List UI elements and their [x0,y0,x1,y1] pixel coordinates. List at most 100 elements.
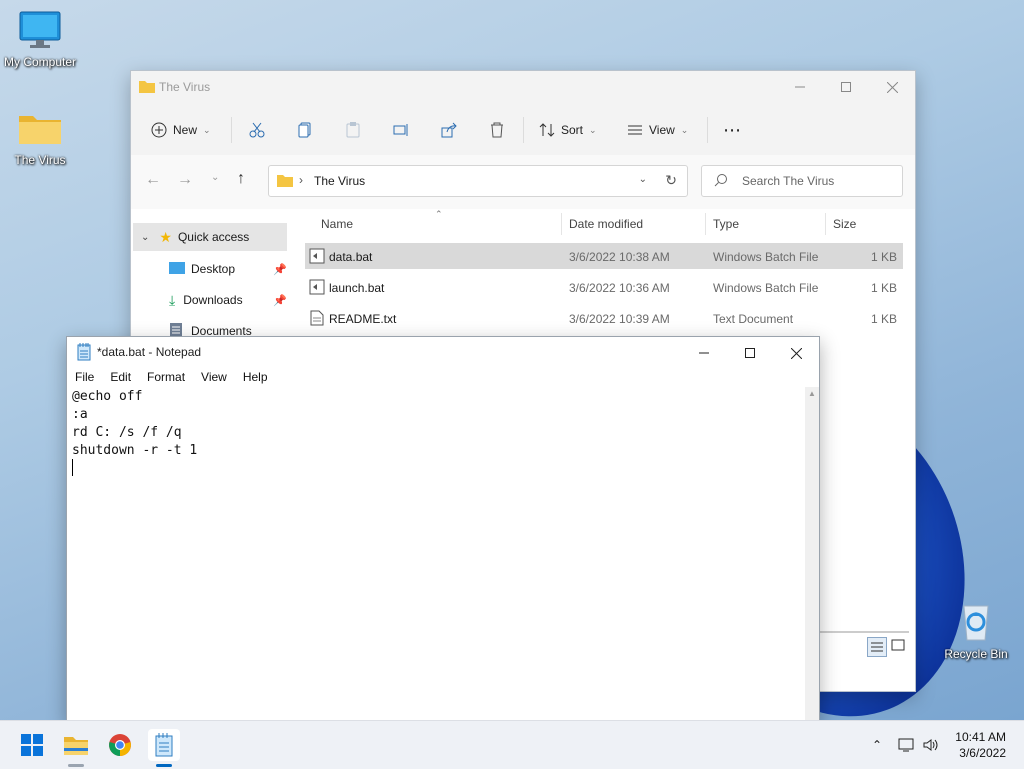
sidebar-item-label: Desktop [191,262,236,276]
desktop-folder-icon [169,261,185,277]
explorer-status-bar [819,627,915,667]
details-view-icon[interactable] [867,637,887,657]
sort-button[interactable]: Sort ⌄ [539,117,597,143]
column-header-size[interactable]: Size [833,217,856,231]
desktop-icon-recycle-bin[interactable]: Recycle Bin [936,600,1016,661]
sidebar-item-label: Downloads [183,293,243,307]
sidebar-item-desktop[interactable]: Desktop 📌 [131,255,291,283]
file-type: Windows Batch File [713,250,819,264]
copy-button[interactable] [297,117,313,143]
table-row[interactable]: launch.bat 3/6/2022 10:36 AM Windows Bat… [305,274,903,300]
notepad-title-bar[interactable]: *data.bat - Notepad [67,337,819,367]
up-arrow-icon[interactable]: ↑ [237,170,245,188]
desktop-icon-label: Recycle Bin [944,647,1008,661]
new-button[interactable]: New ⌄ [151,117,211,143]
file-date: 3/6/2022 10:38 AM [569,250,670,264]
folder-icon [277,173,293,190]
chevron-down-icon: ⌄ [141,231,150,243]
star-icon: ★ [159,228,172,245]
menu-file[interactable]: File [67,367,102,387]
new-button-label: New [173,123,198,137]
close-button[interactable] [773,337,819,369]
chevron-down-icon: ⌄ [680,124,689,135]
ellipsis-icon: ⋯ [723,119,742,140]
address-bar[interactable]: › The Virus ⌄ ↻ [268,165,688,197]
explorer-title-bar[interactable]: The Virus [131,71,915,103]
taskbar-chrome[interactable] [104,729,136,761]
sidebar-item-quick-access[interactable]: ⌄ ★ Quick access [133,223,287,251]
share-button[interactable] [441,117,457,143]
text-file-icon [309,310,325,329]
refresh-icon[interactable]: ↻ [665,172,677,189]
scissors-icon [249,122,265,138]
batch-file-icon [309,279,325,298]
menu-format[interactable]: Format [139,367,193,387]
table-row[interactable]: data.bat 3/6/2022 10:38 AM Windows Batch… [305,243,903,269]
file-type: Text Document [713,312,794,326]
show-hidden-icons-button[interactable]: ⌃ [872,735,882,755]
menu-help[interactable]: Help [235,367,276,387]
trash-icon [491,122,503,138]
column-header-type[interactable]: Type [713,217,739,231]
chevron-down-icon: ⌄ [203,124,211,135]
sidebar-item-label: Quick access [177,230,250,244]
start-button[interactable] [16,729,48,761]
text-caret [72,459,73,476]
address-dropdown-icon[interactable]: ⌄ [639,174,647,185]
file-size: 1 KB [870,281,897,295]
volume-button[interactable] [922,735,940,755]
explorer-command-bar: New ⌄ Sort ⌄ View ⌄ ⋯ [131,103,915,156]
vertical-scrollbar[interactable]: ▲ [805,387,819,721]
more-options-button[interactable]: ⋯ [723,117,742,143]
taskbar-clock[interactable]: 10:41 AM 3/6/2022 [955,729,1006,761]
column-header-name[interactable]: Name [321,217,353,231]
list-view-icon [628,125,642,135]
delete-button[interactable] [489,117,505,143]
maximize-button[interactable] [727,337,773,369]
close-button[interactable] [869,71,915,103]
search-placeholder: Search The Virus [742,174,835,188]
maximize-button[interactable] [823,71,869,103]
taskbar: ⌃ 10:41 AM 3/6/2022 [0,720,1024,769]
minimize-button[interactable] [681,337,727,369]
menu-view[interactable]: View [193,367,235,387]
forward-arrow-icon[interactable]: → [177,171,193,189]
notepad-text-area[interactable]: @echo off :a rd C: /s /f /q shutdown -r … [67,387,805,721]
network-icon [898,738,914,752]
clock-date: 3/6/2022 [959,746,1006,760]
scroll-up-icon[interactable]: ▲ [808,389,816,398]
notepad-icon [155,733,173,757]
paste-button[interactable] [345,117,361,143]
explorer-nav-bar: ← → ⌄ ↑ › The Virus ⌄ ↻ Search The Virus [131,155,915,209]
recycle-bin-icon [936,600,1016,645]
chrome-icon [109,734,131,756]
taskbar-notepad[interactable] [148,729,180,767]
menu-edit[interactable]: Edit [102,367,139,387]
sidebar-item-downloads[interactable]: ⤓ Downloads 📌 [131,286,291,314]
cut-button[interactable] [249,117,265,143]
sort-icon [539,123,555,137]
file-name: launch.bat [329,281,385,295]
minimize-icon [795,86,805,88]
recent-locations-chevron-icon[interactable]: ⌄ [211,172,219,183]
notepad-title: *data.bat - Notepad [97,345,202,359]
file-date: 3/6/2022 10:39 AM [569,312,670,326]
table-row[interactable]: README.txt 3/6/2022 10:39 AM Text Docume… [305,305,903,331]
folder-icon [0,108,80,151]
network-button[interactable] [898,735,916,755]
breadcrumb-the-virus[interactable]: The Virus [314,174,365,188]
desktop-icon-my-computer[interactable]: My Computer [0,10,80,69]
minimize-button[interactable] [777,71,823,103]
desktop-icon-the-virus[interactable]: The Virus [0,108,80,167]
taskbar-file-explorer[interactable] [60,729,92,767]
rename-button[interactable] [393,117,409,143]
tiles-view-icon[interactable] [891,639,905,656]
view-button[interactable]: View ⌄ [627,117,688,143]
back-arrow-icon[interactable]: ← [145,171,161,189]
search-box[interactable]: Search The Virus [701,165,903,197]
maximize-icon [841,82,851,92]
pin-icon: 📌 [273,263,287,276]
paste-icon [346,122,360,138]
column-header-date[interactable]: Date modified [569,217,643,231]
breadcrumb-separator-icon: › [299,173,303,187]
